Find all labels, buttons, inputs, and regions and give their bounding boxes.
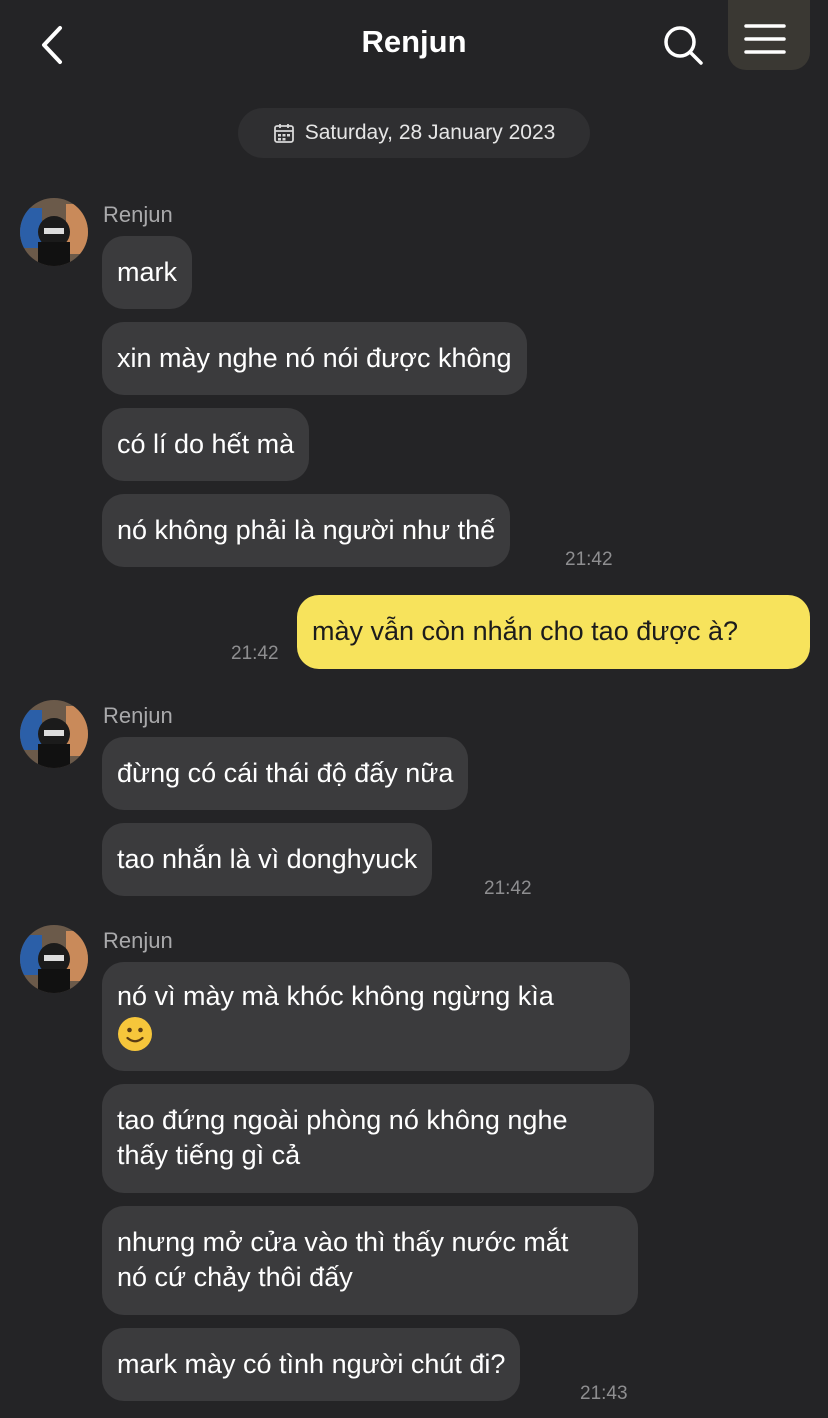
message-text: xin mày nghe nó nói được không — [117, 343, 512, 373]
menu-icon — [744, 24, 786, 54]
message-text: nó cứ chảy thôi đấy — [117, 1262, 353, 1292]
sender-name: Renjun — [103, 202, 173, 227]
message-text: mày vẫn còn nhắn cho tao được à? — [312, 616, 739, 646]
message-text: mark — [117, 257, 177, 287]
message-text: nó không phải là người như thế — [117, 515, 496, 545]
message-text: mark mày có tình người chút đi? — [117, 1349, 506, 1379]
message-bubble[interactable]: tao nhắn là vì donghyuck — [102, 823, 433, 896]
message-bubble[interactable]: xin mày nghe nó nói được không — [102, 322, 527, 395]
slightly-smiling-face-emoji — [118, 1017, 152, 1051]
menu-button[interactable] — [728, 0, 810, 70]
message-text: thấy tiếng gì cả — [117, 1140, 301, 1170]
avatar[interactable] — [20, 198, 88, 266]
calendar-icon — [273, 124, 294, 143]
message-timestamp: 21:42 — [484, 878, 532, 899]
message-bubble[interactable]: đừng có cái thái độ đấy nữa — [102, 737, 469, 810]
profile-photo — [20, 925, 88, 993]
message-text: tao nhắn là vì donghyuck — [117, 844, 418, 874]
search-icon — [664, 26, 703, 65]
sender-name: Renjun — [103, 703, 173, 728]
message-bubble[interactable]: nó không phải là người như thế — [102, 494, 511, 567]
message-text: nhưng mở cửa vào thì thấy nước mắt — [117, 1227, 569, 1257]
sender-name: Renjun — [103, 928, 173, 953]
message-bubble[interactable]: mark mày có tình người chút đi? — [102, 1328, 521, 1401]
message-bubble[interactable]: mark — [102, 236, 192, 309]
message-timestamp: 21:42 — [565, 549, 613, 570]
message-text: có lí do hết mà — [117, 429, 295, 459]
message-bubble[interactable]: có lí do hết mà — [102, 408, 310, 481]
avatar[interactable] — [20, 700, 88, 768]
message-bubble[interactable]: nó vì mày mà khóc không ngừng kìa — [102, 962, 630, 1071]
chat-header: Renjun — [0, 0, 828, 90]
message-bubble[interactable]: nhưng mở cửa vào thì thấy nước mắt nó cứ… — [102, 1206, 638, 1315]
message-timestamp: 21:42 — [231, 643, 279, 664]
avatar[interactable] — [20, 925, 88, 993]
message-timestamp: 21:43 — [580, 1383, 628, 1404]
date-label: Saturday, 28 January 2023 — [304, 121, 556, 144]
message-text: tao đứng ngoài phòng nó không nghe — [117, 1105, 568, 1135]
profile-photo — [20, 700, 88, 768]
chat-screen: Renjun Saturday, 28 January 2023 Renjun … — [0, 0, 828, 1418]
date-separator: Saturday, 28 January 2023 — [238, 108, 590, 158]
search-button[interactable] — [660, 22, 706, 68]
message-text: nó vì mày mà khóc không ngừng kìa — [117, 981, 554, 1011]
my-message-bubble[interactable]: mày vẫn còn nhắn cho tao được à? — [297, 595, 810, 669]
profile-photo — [20, 198, 88, 266]
message-text: đừng có cái thái độ đấy nữa — [117, 758, 454, 788]
message-bubble[interactable]: tao đứng ngoài phòng nó không nghe thấy … — [102, 1084, 654, 1193]
